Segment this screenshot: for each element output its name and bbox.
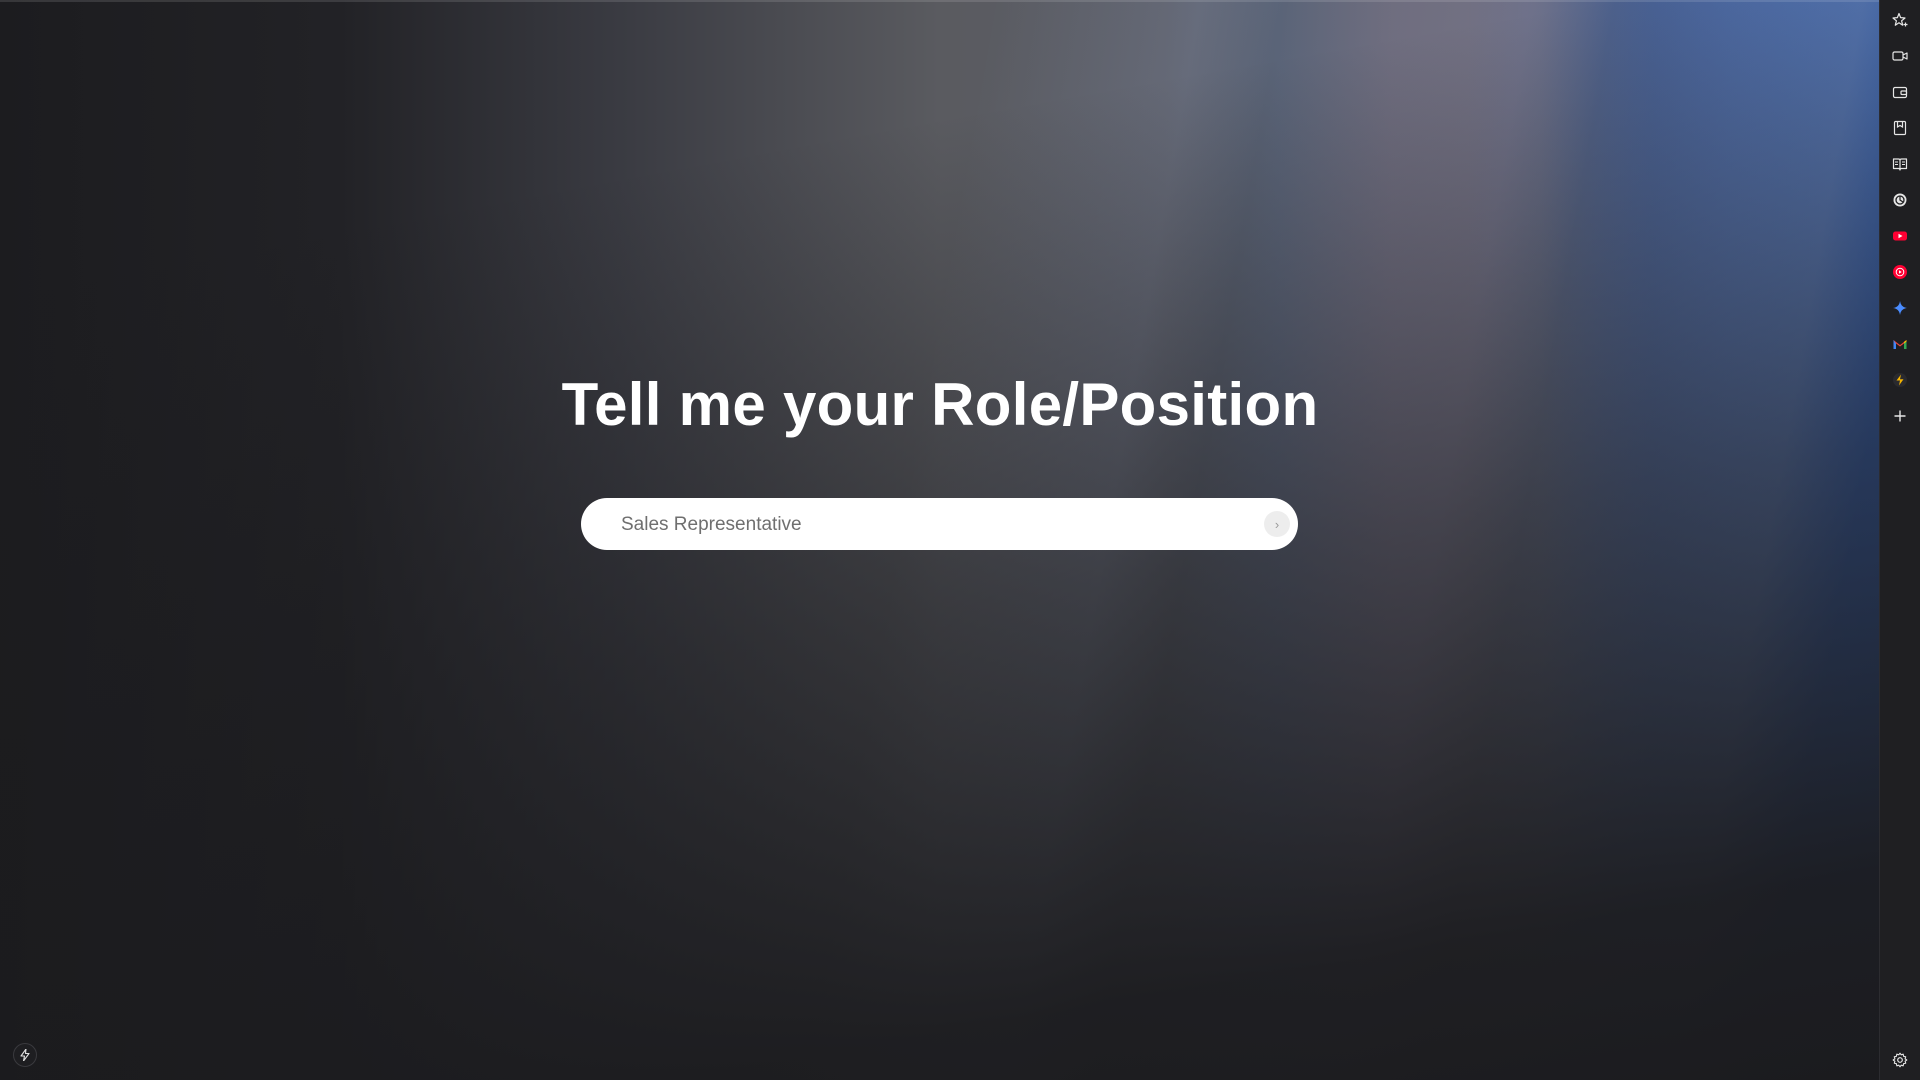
chatgpt-icon[interactable] <box>1890 190 1910 210</box>
settings-gear-icon[interactable] <box>1890 1050 1910 1070</box>
right-sidebar <box>1879 0 1920 1080</box>
sparkle-star-icon[interactable] <box>1890 10 1910 30</box>
role-input-container: › <box>581 498 1298 552</box>
bookmark-save-icon[interactable] <box>1890 118 1910 138</box>
youtube-music-icon[interactable] <box>1890 262 1910 282</box>
role-input[interactable] <box>619 498 1223 552</box>
chevron-right-icon: › <box>1274 516 1280 532</box>
top-border <box>0 0 1880 2</box>
add-icon[interactable] <box>1890 406 1910 426</box>
reader-book-icon[interactable] <box>1890 154 1910 174</box>
submit-button[interactable]: › <box>1264 511 1290 537</box>
page-title: Tell me your Role/Position <box>561 371 1319 438</box>
lightning-bolt-icon[interactable] <box>13 1043 37 1067</box>
bolt-app-icon[interactable] <box>1890 370 1910 390</box>
video-camera-icon[interactable] <box>1890 46 1910 66</box>
youtube-icon[interactable] <box>1890 226 1910 246</box>
gemini-sparkle-icon[interactable] <box>1890 298 1910 318</box>
gmail-icon[interactable] <box>1890 334 1910 354</box>
wallet-icon[interactable] <box>1890 82 1910 102</box>
